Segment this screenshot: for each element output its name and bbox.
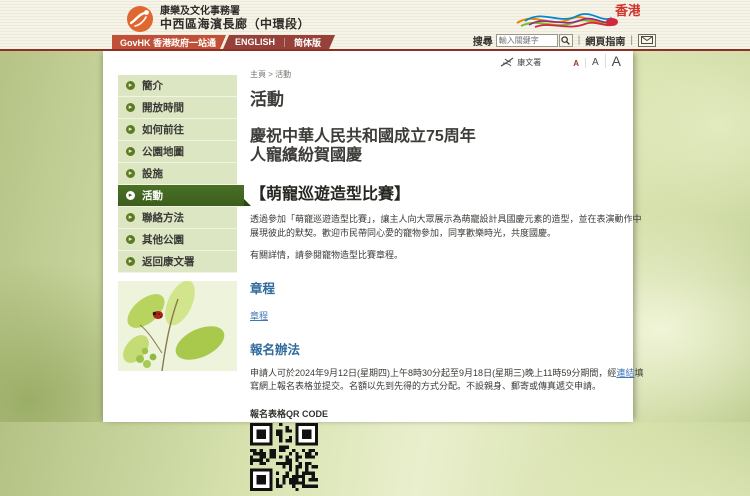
qr-code: [250, 423, 318, 491]
breadcrumb-home-link[interactable]: 主頁: [250, 70, 266, 79]
site-header: 康樂及文化事務署 中西區海濱長廊（中環段） 香港 GovHK 香港政府一站通 E…: [0, 0, 750, 51]
sidebar-item-how-to-get-there[interactable]: ▸ 如何前往: [118, 119, 237, 141]
header-divider: |: [578, 35, 581, 46]
arrow-bullet-icon: ▸: [126, 213, 135, 222]
sidebar-item-back-to-lcsd[interactable]: ▸ 返回康文署: [118, 251, 237, 273]
arrow-bullet-icon: ▸: [126, 81, 135, 90]
envelope-icon: [641, 36, 653, 44]
lcsd-logo-icon: [127, 6, 153, 32]
sidebar-item-park-map[interactable]: ▸ 公園地圖: [118, 141, 237, 163]
event-title: 慶祝中華人民共和國成立75周年 人寵繽紛賀國慶: [250, 127, 644, 165]
paragraph-apply: 申請人可於2024年9月12日(星期四)上午8時30分起至9月18日(星期三)晚…: [250, 367, 644, 394]
tab-simplified[interactable]: 简体版: [294, 36, 321, 49]
svg-text:香港: 香港: [614, 3, 640, 18]
arrow-bullet-icon: ▸: [126, 169, 135, 178]
header-tab-row: GovHK 香港政府一站通 ENGLISH ｜ 简体版: [112, 35, 335, 49]
apply-text-before: 申請人可於2024年9月12日(星期四)上午8時30分起至9月18日(星期三)晚…: [250, 368, 616, 378]
search-label: 搜尋: [473, 33, 493, 48]
breadcrumb: 主頁 > 活動: [250, 69, 644, 80]
search-button[interactable]: [559, 34, 573, 47]
utility-row: 康文署 A A A: [500, 54, 627, 68]
page-title: 活動: [250, 85, 644, 110]
search-input[interactable]: [496, 34, 558, 47]
header-search-group: 搜尋 | 網頁指南 |: [473, 33, 656, 47]
tab-language: ENGLISH ｜ 简体版: [223, 35, 335, 49]
tab-govhk[interactable]: GovHK 香港政府一站通: [112, 35, 226, 49]
dragonfly-icon: [500, 57, 514, 68]
paragraph-intro: 透過參加「萌寵巡遊造型比賽」，讓主人向大眾展示為萌寵設計具國慶元素的造型，並在表…: [250, 213, 644, 240]
sidebar-menu: ▸ 簡介 ▸ 開放時間 ▸ 如何前往 ▸ 公園地圖 ▸ 設施 ▸ 活動 ▸ 聯絡…: [118, 75, 237, 273]
arrow-bullet-icon: ▸: [126, 235, 135, 244]
plant-decoration-image: [118, 281, 237, 371]
rules-heading: 章程: [250, 278, 644, 297]
sidebar-item-opening-hours[interactable]: ▸ 開放時間: [118, 97, 237, 119]
tab-separator: ｜: [280, 36, 289, 49]
font-size-large-button[interactable]: A: [605, 54, 627, 68]
site-name: 中西區海濱長廊（中環段）: [160, 18, 310, 32]
arrow-bullet-icon: ▸: [126, 257, 135, 266]
contact-mail-button[interactable]: [638, 34, 656, 47]
tab-english[interactable]: ENGLISH: [235, 37, 275, 47]
breadcrumb-current: 活動: [275, 70, 291, 79]
sidebar-item-contact[interactable]: ▸ 聯絡方法: [118, 207, 237, 229]
arrow-bullet-icon: ▸: [126, 191, 135, 200]
arrow-bullet-icon: ▸: [126, 103, 135, 112]
arrow-bullet-icon: ▸: [126, 125, 135, 134]
breadcrumb-separator: >: [266, 70, 275, 79]
apply-heading: 報名辦法: [250, 339, 644, 358]
event-title-line2: 人寵繽紛賀國慶: [250, 146, 644, 165]
qr-code-label: 報名表格QR CODE: [250, 407, 644, 420]
arrow-bullet-icon: ▸: [126, 147, 135, 156]
font-size-small-button[interactable]: A: [567, 60, 585, 68]
magnifier-icon: [561, 36, 570, 45]
sidebar-item-facilities[interactable]: ▸ 設施: [118, 163, 237, 185]
section-title: 【萌寵巡遊造型比賽】: [250, 180, 644, 204]
sidebar-item-other-parks[interactable]: ▸ 其他公園: [118, 229, 237, 251]
sidebar-item-activities[interactable]: ▸ 活動: [118, 185, 244, 207]
apply-link[interactable]: 連結: [616, 368, 634, 378]
paragraph-details: 有關詳情，請參閱寵物造型比賽章程。: [250, 249, 644, 263]
lcsd-link-label: 康文署: [517, 57, 541, 68]
site-guide-link[interactable]: 網頁指南: [585, 33, 625, 48]
agency-name: 康樂及文化事務署: [160, 6, 310, 18]
header-divider: |: [630, 35, 633, 46]
sidebar-item-intro[interactable]: ▸ 簡介: [118, 75, 237, 97]
lcsd-home-link[interactable]: 康文署: [500, 57, 541, 68]
font-size-medium-button[interactable]: A: [585, 58, 605, 68]
rules-link[interactable]: 章程: [250, 311, 268, 321]
content-area: 主頁 > 活動 活動 慶祝中華人民共和國成立75周年 人寵繽紛賀國慶 【萌寵巡遊…: [250, 69, 644, 491]
event-title-line1: 慶祝中華人民共和國成立75周年: [250, 127, 644, 146]
site-title: 康樂及文化事務署 中西區海濱長廊（中環段）: [160, 6, 310, 31]
main-container: 康文署 A A A ▸ 簡介 ▸ 開放時間 ▸ 如何前往 ▸ 公園地圖 ▸ 設施…: [103, 51, 633, 422]
